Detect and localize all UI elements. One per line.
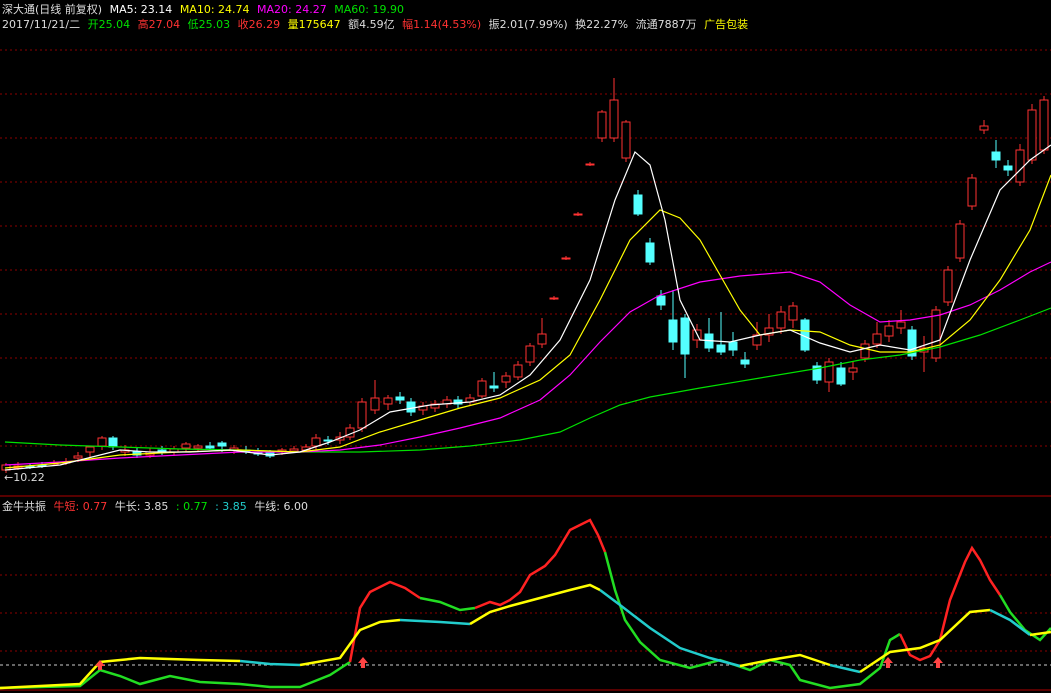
long-cyan-line [399,618,471,626]
buy-arrow-icon [933,657,943,668]
candle-down [836,367,846,385]
ma20-line [4,261,1051,466]
candle-up [181,443,191,449]
candle-up [1039,99,1049,151]
candle-down [740,359,750,365]
short-green-line [419,596,476,612]
candle-down [680,317,690,355]
candle-down [1003,165,1013,171]
candle-up [383,397,393,405]
candle-down [205,445,215,449]
indicator-name: 金牛共振 [2,500,46,513]
candle-up [1015,149,1025,183]
ma60-line [4,307,1051,453]
candle-down [633,194,643,215]
candle-up [955,223,965,259]
buy-arrow-icon [358,657,368,668]
short-red-line [898,545,1002,662]
short-red-line [474,518,607,610]
candle-up [370,397,380,411]
candle-up [477,380,487,397]
long-value: 牛长: 3.85 [114,500,169,513]
candle-down [668,319,678,343]
long-yellow-line [859,608,991,674]
indicator-header: 金牛共振 牛短: 0.77 牛长: 3.85 : 0.77 : 3.85 牛线:… [2,500,312,514]
long-yellow-line [469,583,601,626]
value-1: : 0.77 [175,500,208,513]
candle-up [537,333,547,345]
candle-up [85,446,95,453]
candle-down [656,295,666,306]
ma5-line [4,144,1051,471]
candle-down [406,401,416,413]
long-cyan-line [599,589,741,668]
long-yellow-line [1029,630,1051,637]
candle-down [991,151,1001,161]
candle-up [931,309,941,359]
long-cyan-line [239,659,301,667]
candle-up [525,345,535,363]
candle-up [884,325,894,337]
candle-up [357,401,367,429]
candle-up [967,177,977,207]
candle-up [824,361,834,383]
candle-up [848,367,858,373]
candle-up [513,364,523,378]
candle-up [561,257,571,260]
candle-up [585,163,595,166]
candle-up [549,297,559,300]
candle-up [501,375,511,383]
candle-up [872,333,882,345]
candle-up [943,269,953,303]
candle-up [609,99,619,139]
candle-up [73,455,83,459]
candle-down [728,341,738,351]
candle-down [645,242,655,263]
long-yellow-line [0,656,241,690]
candle-up [289,448,299,452]
short-green-line [603,551,901,690]
candle-down [217,442,227,447]
value-2: : 3.85 [215,500,247,513]
candle-down [323,439,333,442]
candle-down [489,385,499,389]
candle-up [193,445,203,449]
low-price-marker: ←10.22 [4,471,45,484]
candle-up [621,121,631,159]
candle-up [97,437,107,447]
candle-down [395,396,405,401]
long-cyan-line [829,663,861,674]
candle-up [1027,109,1037,161]
candle-down [716,344,726,353]
short-value: 牛短: 0.77 [53,500,108,513]
line-value: 牛线: 6.00 [254,500,309,513]
candle-down [108,437,118,448]
candle-up [776,311,786,329]
candle-up [573,213,583,216]
candle-up [311,437,321,447]
candle-up [860,343,870,359]
candle-up [896,321,906,329]
candle-up [597,111,607,139]
candle-up [979,125,989,131]
kline-chart[interactable] [0,0,1051,693]
candle-up [788,305,798,321]
